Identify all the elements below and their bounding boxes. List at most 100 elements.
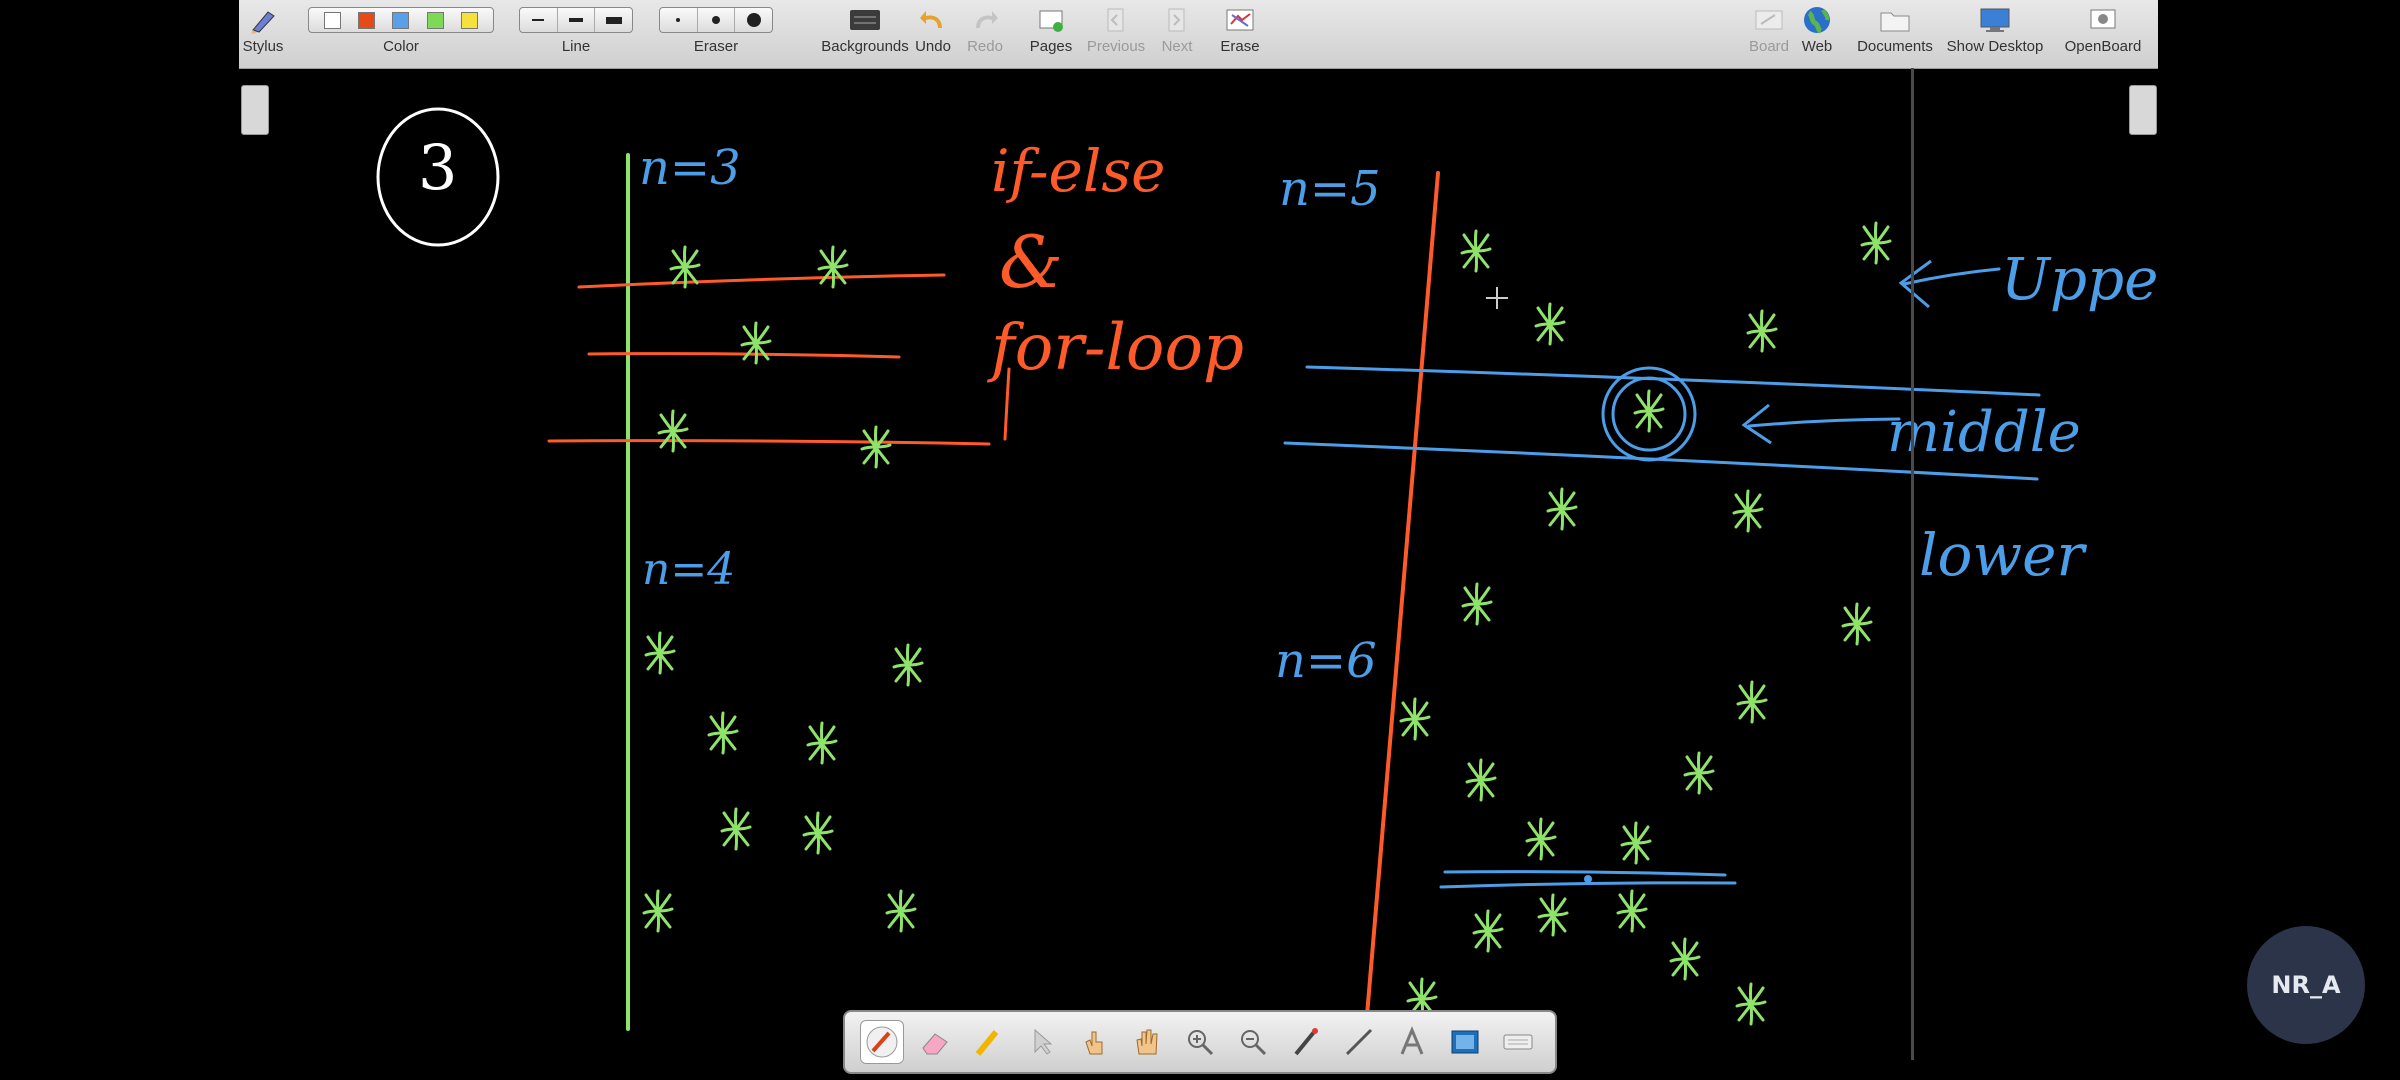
line-icon <box>1346 1028 1373 1056</box>
redo-label: Redo <box>967 38 1003 55</box>
pages-icon <box>1039 10 1063 32</box>
line-thin-button[interactable] <box>520 8 558 32</box>
star-n3-2 <box>740 321 772 365</box>
star-n4-3 <box>806 721 838 765</box>
color-swatches <box>308 7 494 33</box>
openboard-menu-button[interactable]: OpenBoard <box>2057 0 2149 68</box>
watermark-text: NR_A <box>2271 971 2341 999</box>
stylus-icon <box>251 11 275 34</box>
channel-watermark-logo: NR_A <box>2247 926 2365 1044</box>
star-n6-7 <box>1620 821 1652 865</box>
openboard-icon <box>2090 9 2116 29</box>
desktop-icon <box>1980 8 2010 32</box>
pen-icon <box>866 1026 898 1058</box>
color-swatch-yellow[interactable] <box>461 11 479 29</box>
capture-icon <box>1451 1030 1479 1054</box>
web-button[interactable]: Web <box>1797 0 1837 68</box>
erase-button[interactable]: Erase <box>1215 0 1265 68</box>
pen-tool-button[interactable] <box>859 1020 904 1064</box>
zoom-out-tool-button[interactable] <box>1231 1020 1275 1064</box>
star-n3-1 <box>817 245 849 289</box>
star-n4-6 <box>642 889 674 933</box>
capture-tool-button[interactable] <box>1443 1020 1487 1064</box>
board-button[interactable]: Board <box>1745 0 1793 68</box>
star-n6-0 <box>1461 582 1493 626</box>
board-frame-edge <box>1911 68 1914 1060</box>
color-swatch-blue[interactable] <box>392 11 410 29</box>
star-n6-12 <box>1735 982 1767 1026</box>
hand-tool-button[interactable] <box>1125 1020 1169 1064</box>
line-tool-button[interactable] <box>1337 1020 1381 1064</box>
keyboard-tool-button[interactable] <box>1496 1020 1540 1064</box>
show-desktop-label: Show Desktop <box>1946 38 2044 55</box>
show-desktop-button[interactable]: Show Desktop <box>1943 0 2047 68</box>
star-n4-0 <box>644 631 676 675</box>
line-medium-button[interactable] <box>558 8 596 32</box>
stylus-label: Stylus <box>242 38 284 55</box>
next-button[interactable]: Next <box>1157 0 1197 68</box>
zoom-in-tool-button[interactable] <box>1178 1020 1222 1064</box>
openboard-label: OpenBoard <box>2064 38 2142 55</box>
previous-page-icon <box>1107 8 1124 32</box>
color-swatch-red[interactable] <box>358 11 376 29</box>
color-label: Color <box>383 38 419 55</box>
text-icon <box>1400 1026 1424 1055</box>
top-toolbar: Stylus Color Line Eraser Backgrounds Und… <box>239 0 2158 69</box>
cursor-crosshair-icon <box>1486 287 1508 309</box>
whiteboard-canvas[interactable]: 3 n=3 n=4 n=5 n=6 if-else & for-loop Upp… <box>239 69 2158 1060</box>
pages-label: Pages <box>1029 38 1073 55</box>
documents-button[interactable]: Documents <box>1853 0 1937 68</box>
documents-label: Documents <box>1857 38 1933 55</box>
n6-middle-line-bottom <box>1439 881 1737 889</box>
redo-button[interactable]: Redo <box>961 0 1009 68</box>
line-thick-button[interactable] <box>595 8 632 32</box>
marker-tool-button[interactable] <box>966 1020 1010 1064</box>
laser-pointer-icon <box>1294 1028 1319 1056</box>
star-n6-11 <box>1669 937 1701 981</box>
laser-pointer-tool-button[interactable] <box>1284 1020 1328 1064</box>
line-width-group: Line <box>517 0 635 68</box>
star-n4-7 <box>885 889 917 933</box>
undo-button[interactable]: Undo <box>909 0 957 68</box>
hand-icon <box>1136 1029 1158 1055</box>
stylus-button[interactable]: Stylus <box>239 0 287 68</box>
pages-button[interactable]: Pages <box>1025 0 1077 68</box>
eraser-tool-button[interactable] <box>913 1020 957 1064</box>
star-n4-5 <box>802 811 834 855</box>
star-n6-8 <box>1472 909 1504 953</box>
text-tool-button[interactable] <box>1390 1020 1434 1064</box>
star-n6-10 <box>1616 889 1648 933</box>
star-n6-3 <box>1736 680 1768 724</box>
star-n5-3 <box>1633 389 1665 433</box>
folder-icon <box>1880 12 1910 32</box>
star-n3-4 <box>860 425 892 469</box>
color-swatch-white[interactable] <box>323 11 341 29</box>
eraser-small-button[interactable] <box>660 8 698 32</box>
row-line-1 <box>577 273 946 289</box>
color-group: Color <box>305 0 497 68</box>
eraser-large-button[interactable] <box>735 8 772 32</box>
star-n4-4 <box>720 807 752 851</box>
selector-tool-button[interactable] <box>1019 1020 1063 1064</box>
note-brace <box>1003 367 1011 441</box>
marker-icon <box>975 1030 998 1056</box>
star-n5-2 <box>1746 309 1778 353</box>
zoom-out-icon <box>1240 1030 1267 1056</box>
star-n6-2 <box>1399 697 1431 741</box>
star-n6-9 <box>1537 893 1569 937</box>
zoom-in-icon <box>1187 1030 1213 1056</box>
undo-icon <box>920 11 942 28</box>
color-swatch-green[interactable] <box>426 11 444 29</box>
interactor-tool-button[interactable] <box>1072 1020 1116 1064</box>
web-label: Web <box>1801 38 1833 55</box>
star-n3-0 <box>669 245 701 289</box>
right-orange-diagonal <box>1363 171 1440 1041</box>
middle-arrow <box>1747 417 1901 428</box>
star-n6-4 <box>1465 758 1497 802</box>
star-n5-5 <box>1732 489 1764 533</box>
eraser-medium-button[interactable] <box>698 8 736 32</box>
star-n5-1 <box>1534 302 1566 346</box>
openboard-window: Stylus Color Line Eraser Backgrounds Und… <box>239 0 2158 1060</box>
previous-button[interactable]: Previous <box>1081 0 1151 68</box>
eraser-icon <box>921 1033 948 1055</box>
